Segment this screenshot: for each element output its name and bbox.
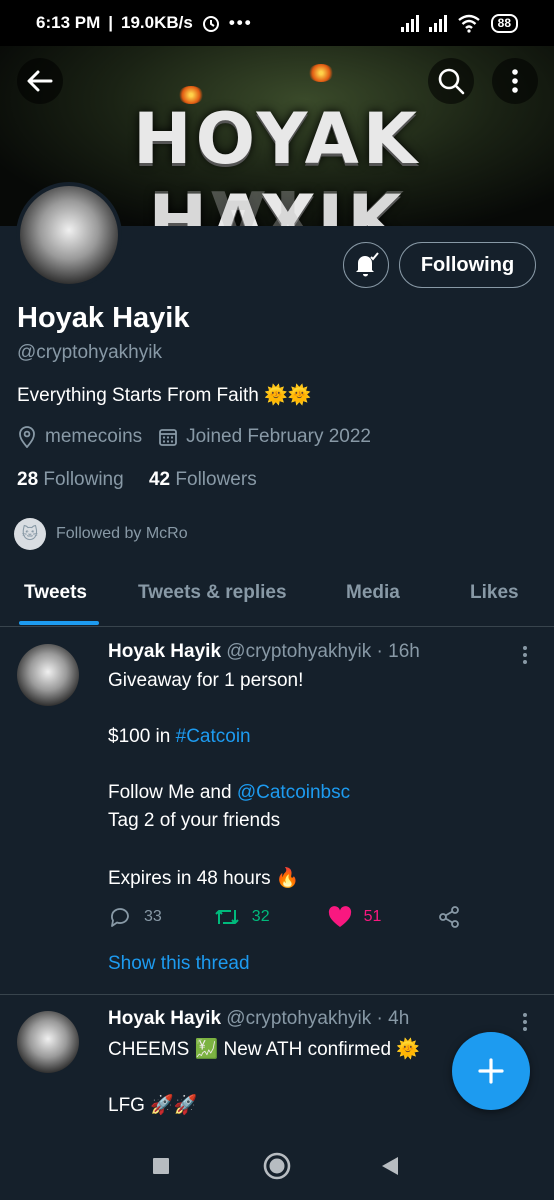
compose-tweet-button[interactable] xyxy=(452,1032,530,1110)
notifications-button[interactable] xyxy=(343,242,389,288)
like-button[interactable]: 51 xyxy=(328,906,382,928)
retweet-button[interactable]: 32 xyxy=(214,906,270,928)
back-nav-button[interactable] xyxy=(380,1156,400,1176)
tweet[interactable]: Hoyak Hayik @cryptohyakhyik · 16h Giveaw… xyxy=(0,627,554,993)
tweet-more-button[interactable] xyxy=(518,645,532,665)
profile-location: memecoins xyxy=(45,426,143,447)
tweet-text: Follow Me and xyxy=(108,782,237,803)
status-time: 6:13 PM xyxy=(36,13,101,32)
following-count-link[interactable]: 28 Following xyxy=(17,469,124,490)
reply-icon xyxy=(111,908,129,927)
more-notifications-icon: ••• xyxy=(228,13,253,32)
tweet-text-line: Follow Me and @Catcoinbsc xyxy=(108,782,350,804)
signal-icon-2 xyxy=(428,14,447,32)
active-tab-indicator xyxy=(19,621,99,625)
reply-button[interactable]: 33 xyxy=(108,905,162,929)
bell-check-icon xyxy=(356,252,379,277)
followed-by-row[interactable]: 🐱 Followed by McRo xyxy=(14,518,188,550)
tweet-author-name[interactable]: Hoyak Hayik xyxy=(108,641,221,662)
tweet-header: Hoyak Hayik @cryptohyakhyik · 16h xyxy=(108,641,420,663)
following-label: Following xyxy=(43,469,124,490)
signal-icon xyxy=(400,14,419,32)
tweet-actions: 33 32 51 xyxy=(108,905,461,929)
recent-apps-button[interactable] xyxy=(152,1157,170,1175)
tweet-text-line: $100 in #Catcoin xyxy=(108,726,251,748)
tweet-text: $100 in xyxy=(108,726,176,747)
share-button[interactable] xyxy=(437,905,461,929)
vertical-dots-icon xyxy=(512,69,518,93)
battery-indicator: 88 xyxy=(490,13,518,33)
search-button[interactable] xyxy=(428,58,474,104)
like-count: 51 xyxy=(363,908,382,925)
back-button[interactable] xyxy=(17,58,63,104)
profile-name: Hoyak Hayik xyxy=(17,302,190,334)
share-icon xyxy=(439,906,460,928)
followed-by-text: Followed by McRo xyxy=(56,525,188,542)
tweet-text-line: CHEEMS 💹 New ATH confirmed 🌞 xyxy=(108,1039,420,1060)
status-bar: 6:13 PM | 19.0KB/s ••• 88 xyxy=(0,0,554,46)
show-thread-link[interactable]: Show this thread xyxy=(108,953,250,975)
network-speed: 19.0KB/s xyxy=(121,13,193,32)
tweet-author-meta: @cryptohyakhyik · 16h xyxy=(226,641,420,662)
followers-count-link[interactable]: 42 Followers xyxy=(149,469,257,490)
plus-icon xyxy=(478,1058,504,1084)
tweet-text-line: Giveaway for 1 person! xyxy=(108,670,304,691)
mention-link[interactable]: @Catcoinbsc xyxy=(237,782,350,803)
following-count: 28 xyxy=(17,469,39,490)
retweet-icon xyxy=(215,910,239,924)
tweet-more-button[interactable] xyxy=(518,1012,532,1032)
reply-count: 33 xyxy=(144,908,162,925)
tweet-text-line: Tag 2 of your friends xyxy=(108,810,281,831)
following-button[interactable]: Following xyxy=(399,242,536,288)
heart-icon xyxy=(328,906,351,927)
tab-likes[interactable]: Likes xyxy=(470,582,519,604)
profile-bio: Everything Starts From Faith 🌞🌞 xyxy=(17,385,312,406)
follower-avatar: 🐱 xyxy=(14,518,46,550)
tweet-header: Hoyak Hayik @cryptohyakhyik · 4h xyxy=(108,1008,409,1030)
home-button[interactable] xyxy=(263,1152,291,1180)
profile-handle: @cryptohyakhyik xyxy=(17,342,162,363)
alarm-icon xyxy=(202,16,219,32)
location-pin-icon xyxy=(19,426,35,448)
tweet-author-name[interactable]: Hoyak Hayik xyxy=(108,1008,221,1029)
profile-tabs: Tweets Tweets & replies Media Likes xyxy=(0,566,554,627)
retweet-count: 32 xyxy=(251,908,270,925)
followers-label: Followers xyxy=(175,469,257,490)
more-options-button[interactable] xyxy=(492,58,538,104)
profile-meta: memecoins Joined February 2022 xyxy=(17,426,371,448)
tab-tweets[interactable]: Tweets xyxy=(24,582,87,604)
search-icon xyxy=(438,68,465,95)
tweet-text-line: Expires in 48 hours 🔥 xyxy=(108,868,300,889)
hashtag-link[interactable]: #Catcoin xyxy=(176,726,251,747)
tweet-avatar[interactable] xyxy=(17,1011,79,1073)
tab-tweets-replies[interactable]: Tweets & replies xyxy=(138,582,287,604)
system-navigation-bar xyxy=(0,1136,554,1200)
profile-joined-date: Joined February 2022 xyxy=(186,426,371,447)
tweet-text-line: LFG 🚀🚀 xyxy=(108,1095,198,1116)
arrow-left-icon xyxy=(27,70,53,92)
calendar-icon xyxy=(159,429,178,446)
banner-eye-right xyxy=(308,64,334,82)
follow-counts: 28 Following 42 Followers xyxy=(17,469,257,491)
tweet-avatar[interactable] xyxy=(17,644,79,706)
vertical-dots-icon xyxy=(523,646,527,664)
followers-count: 42 xyxy=(148,469,171,490)
wifi-icon xyxy=(457,14,480,33)
tweet-author-meta: @cryptohyakhyik · 4h xyxy=(226,1008,410,1029)
profile-avatar[interactable] xyxy=(16,182,122,288)
vertical-dots-icon xyxy=(523,1013,527,1031)
tab-media[interactable]: Media xyxy=(346,582,400,604)
